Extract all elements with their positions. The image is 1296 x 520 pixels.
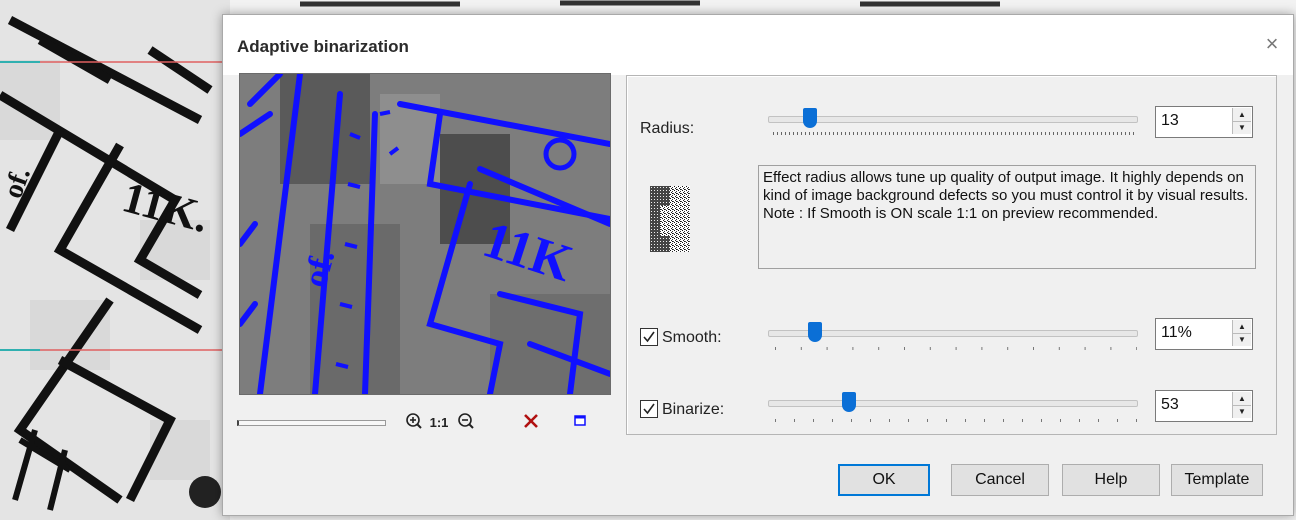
preview-image[interactable]: 11K of. <box>239 73 611 395</box>
smooth-spinbox[interactable]: 11% ▲ ▼ <box>1155 318 1253 350</box>
template-button[interactable]: Template <box>1171 464 1263 496</box>
binarize-slider-track[interactable] <box>768 400 1138 407</box>
smooth-down-arrow-icon[interactable]: ▼ <box>1233 333 1251 346</box>
radius-slider-thumb[interactable] <box>803 108 817 128</box>
ok-button[interactable]: OK <box>838 464 930 496</box>
binarize-checkbox[interactable] <box>640 400 658 418</box>
smooth-label[interactable]: Smooth: <box>662 329 722 347</box>
smooth-slider-track[interactable] <box>768 330 1138 337</box>
smooth-checkbox[interactable] <box>640 328 658 346</box>
binarize-slider-thumb[interactable] <box>842 392 856 412</box>
dialog-titlebar: Adaptive binarization × <box>223 15 1293 75</box>
red-x-icon[interactable] <box>519 412 543 434</box>
smooth-slider-ticks <box>775 347 1137 350</box>
smooth-value[interactable]: 11% <box>1161 324 1192 342</box>
radius-spinbox[interactable]: 13 ▲ ▼ <box>1155 106 1253 138</box>
radius-up-arrow-icon[interactable]: ▲ <box>1233 108 1251 122</box>
binarize-slider-ticks <box>775 419 1137 422</box>
zoom-in-icon[interactable] <box>403 412 425 434</box>
binarize-value[interactable]: 53 <box>1161 396 1179 414</box>
help-button[interactable]: Help <box>1062 464 1160 496</box>
adaptive-binarization-dialog: Adaptive binarization × 11K of. 1:1 Radi… <box>222 14 1294 516</box>
dialog-title: Adaptive binarization <box>237 37 409 56</box>
binarize-label[interactable]: Binarize: <box>662 401 724 419</box>
cancel-button[interactable]: Cancel <box>951 464 1049 496</box>
smooth-slider-thumb[interactable] <box>808 322 822 342</box>
binarize-spinbox[interactable]: 53 ▲ ▼ <box>1155 390 1253 422</box>
smooth-up-arrow-icon[interactable]: ▲ <box>1233 320 1251 334</box>
zoom-slider[interactable] <box>237 420 386 426</box>
noise-preview-icon <box>650 186 690 252</box>
blue-square-icon[interactable] <box>569 412 591 434</box>
actual-size-button[interactable]: 1:1 <box>427 412 451 434</box>
zoom-out-icon[interactable] <box>455 412 477 434</box>
radius-label: Radius: <box>640 120 695 137</box>
binarize-up-arrow-icon[interactable]: ▲ <box>1233 392 1251 406</box>
effect-description: Effect radius allows tune up quality of … <box>758 165 1256 269</box>
radius-down-arrow-icon[interactable]: ▼ <box>1233 121 1251 134</box>
close-icon[interactable]: × <box>1259 31 1285 57</box>
radius-slider-ticks <box>773 132 1135 135</box>
radius-slider-track[interactable] <box>768 116 1138 123</box>
radius-value[interactable]: 13 <box>1161 112 1179 130</box>
settings-panel: Radius: 13 ▲ ▼ Effect radius allows tune… <box>626 75 1277 435</box>
binarize-down-arrow-icon[interactable]: ▼ <box>1233 405 1251 418</box>
